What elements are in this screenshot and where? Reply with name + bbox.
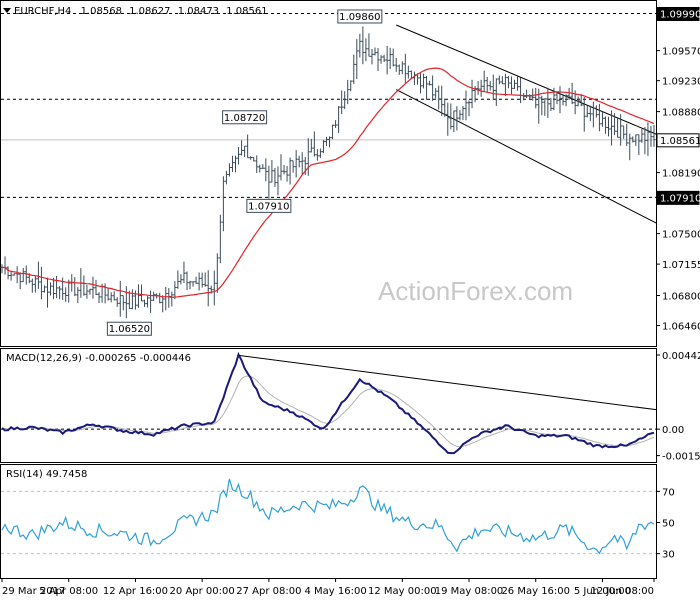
axis-price-label: 1.07155 [662,260,700,271]
macd-axis-label: 0.00442 [662,351,700,362]
axis-price-label: 1.06460 [662,322,700,333]
x-axis-label: 4 May 16:00 [304,586,366,597]
price-annotation: 1.07910 [246,198,292,213]
x-axis-label: 12 Jun 08:00 [590,586,654,597]
x-axis-label: 5 Apr 08:00 [39,586,98,597]
watermark: ActionForex.com [378,276,573,306]
axis-price-label: 1.08880 [662,108,700,119]
axis-price-box: 1.08561 [656,133,700,148]
price-annotation: 1.06520 [106,321,152,336]
x-axis-label: 12 May 00:00 [368,586,437,597]
rsi-axis-label: 50 [662,519,675,530]
x-axis-label: 27 Apr 08:00 [236,586,301,597]
axis-price-box: 1.07910 [656,190,700,205]
axis-price-box: 1.09990 [656,6,700,21]
rsi-axis-label: 30 [662,550,675,561]
eurchf-chart: ActionForex.com 1.09860 1.08720 1.07910 1.0… [0,0,700,600]
axis-price-label: 1.07500 [662,230,700,241]
rsi-axis-label: 70 [662,487,675,498]
x-axis-label: 19 May 08:00 [435,586,504,597]
axis-price-label: 1.09990 [660,9,700,20]
price-header: EURCHF,H4 1.08568 1.08627 1.08473 1.0856… [14,6,268,17]
annotation-label: 1.06520 [109,324,150,335]
axis-price-label: 1.09570 [662,47,700,58]
x-axis-label: 12 Apr 16:00 [103,586,168,597]
annotation-label: 1.09860 [339,12,380,23]
macd-axis-label: -0.001578 [662,452,700,463]
annotation-label: 1.07910 [248,201,289,212]
axis-price-label: 1.09230 [662,77,700,88]
x-axis-label: 26 May 16:00 [501,586,570,597]
axis-price-label: 1.08561 [660,136,700,147]
macd-title: MACD(12,26,9) -0.000265 -0.000446 [6,353,191,364]
axis-price-label: 1.08190 [662,169,700,180]
macd-axis-label: 0.00 [662,425,684,436]
x-axis-label: 20 Apr 00:00 [170,586,235,597]
price-annotation: 1.09860 [337,9,383,24]
annotation-label: 1.08720 [224,113,265,124]
axis-price-label: 1.07910 [660,193,700,204]
axis-price-label: 1.06800 [662,291,700,302]
rsi-title: RSI(14) 49.7458 [6,469,87,480]
price-annotation: 1.08720 [222,110,268,125]
